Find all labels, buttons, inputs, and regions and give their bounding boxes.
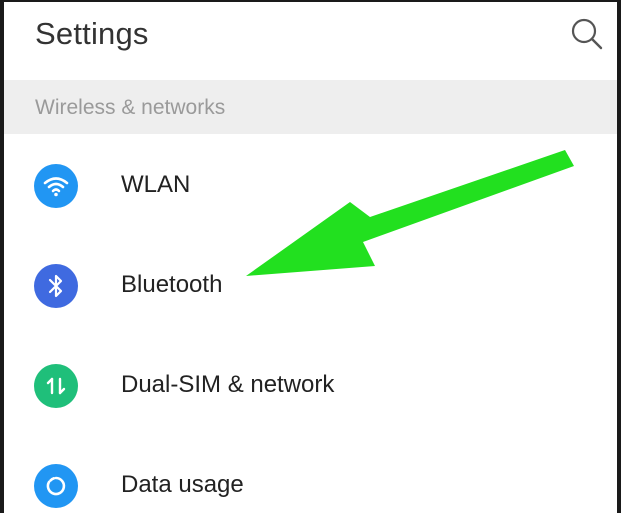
section-header-wireless: Wireless & networks: [4, 80, 617, 134]
settings-item-bluetooth[interactable]: Bluetooth: [4, 234, 617, 334]
settings-item-label: Dual-SIM & network: [121, 371, 335, 398]
settings-item-label: Data usage: [121, 471, 244, 498]
bluetooth-icon: [34, 264, 78, 308]
settings-item-data-usage[interactable]: Data usage: [4, 434, 617, 513]
settings-screen: Settings Wireless & networks WLAN Blueto…: [0, 0, 621, 513]
search-icon[interactable]: [569, 16, 605, 52]
wifi-icon: [34, 164, 78, 208]
section-label: Wireless & networks: [35, 96, 226, 119]
page-title: Settings: [35, 16, 149, 51]
dual-sim-icon: [34, 364, 78, 408]
settings-item-dual-sim[interactable]: Dual-SIM & network: [4, 334, 617, 434]
data-usage-icon: [34, 464, 78, 508]
settings-item-label: WLAN: [121, 171, 191, 198]
frame-right-border: [617, 0, 621, 513]
settings-item-label: Bluetooth: [121, 271, 223, 298]
settings-item-wlan[interactable]: WLAN: [4, 134, 617, 234]
app-header: Settings: [4, 2, 617, 80]
